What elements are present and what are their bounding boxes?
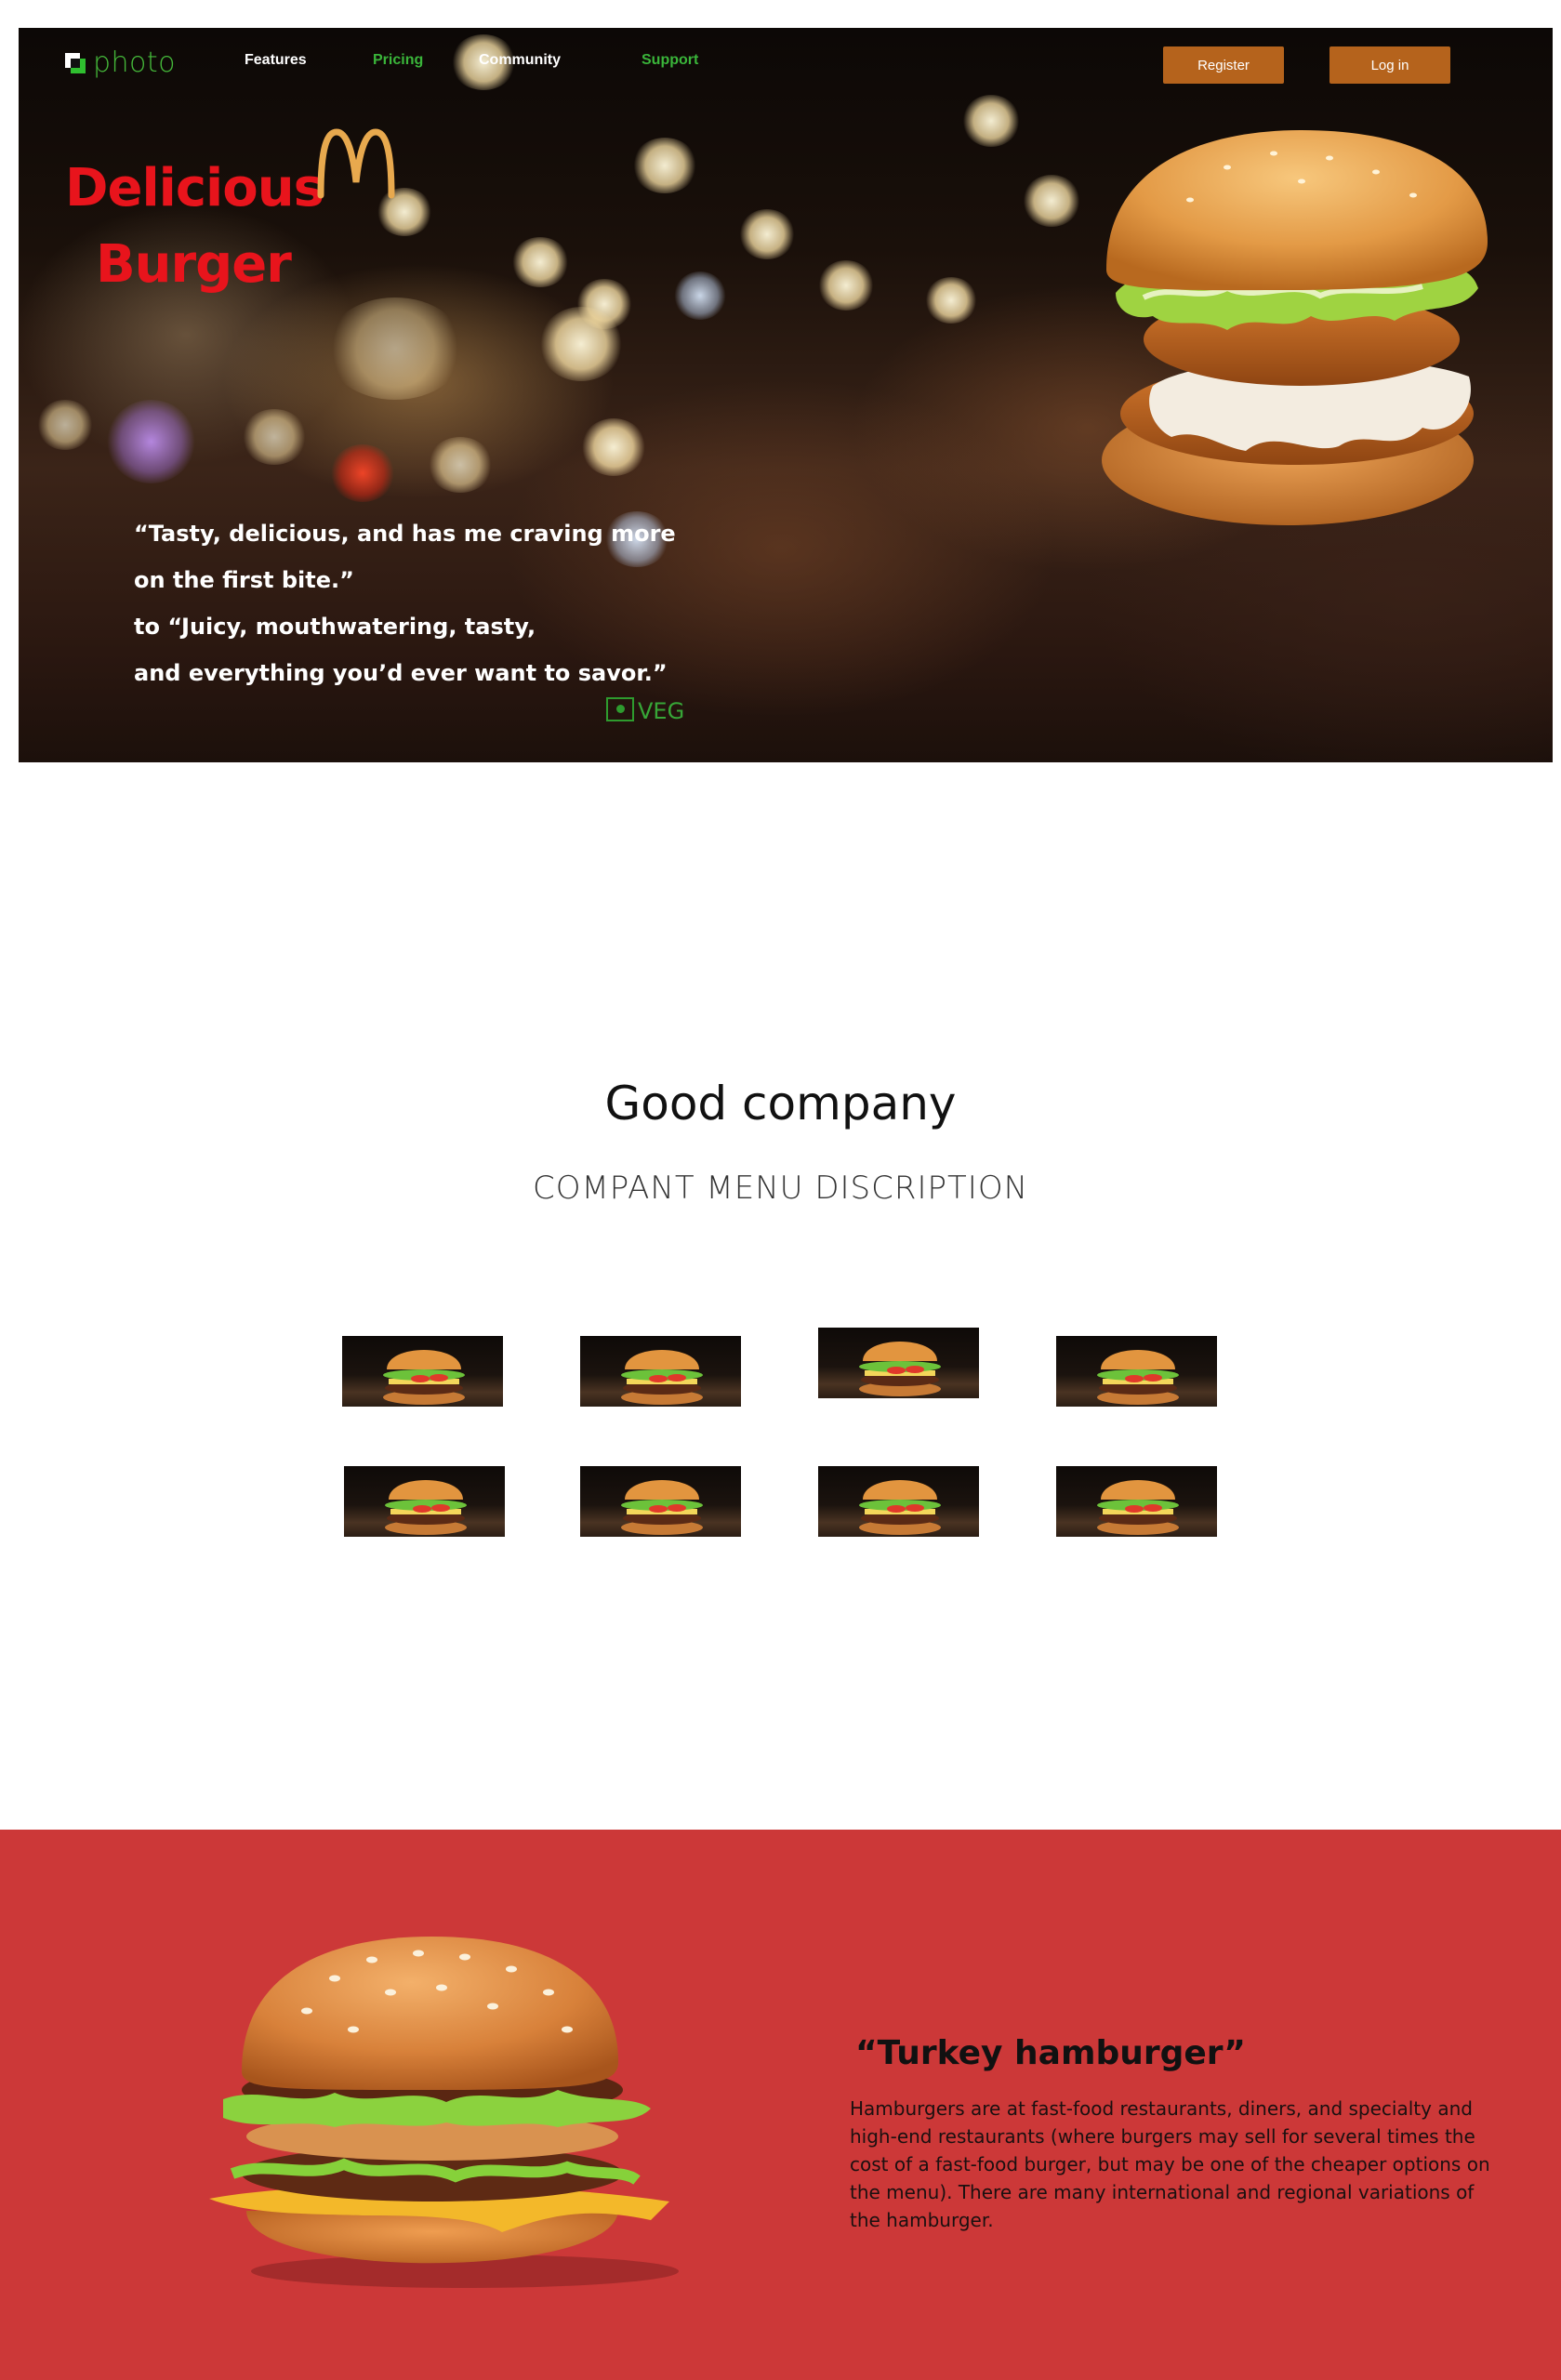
bokeh-light	[962, 95, 1020, 147]
hero-quote-line: to “Juicy, mouthwatering, tasty,	[134, 614, 536, 640]
nav-link-support[interactable]: Support	[642, 52, 698, 69]
bokeh-light	[632, 138, 697, 193]
hero-title-line1: Delicious	[65, 158, 324, 218]
bokeh-light	[539, 307, 623, 381]
menu-thumbnail[interactable]	[1056, 1466, 1217, 1537]
bokeh-light	[581, 418, 646, 476]
product-title: “Turkey hamburger”	[855, 2034, 1246, 2072]
bokeh-light	[325, 298, 465, 400]
login-button[interactable]: Log in	[1329, 46, 1450, 84]
bokeh-light	[925, 277, 977, 324]
hero-banner: photo Features Pricing Community Support…	[19, 28, 1553, 762]
site-logo[interactable]: photo	[65, 46, 176, 79]
bokeh-light	[674, 271, 726, 320]
menu-thumbnail[interactable]	[818, 1328, 979, 1398]
bokeh-light	[330, 444, 395, 502]
hero-burger-image	[1102, 130, 1488, 525]
veg-icon	[606, 697, 634, 721]
logo-text: photo	[93, 46, 177, 79]
product-section: “Turkey hamburger” Hamburgers are at fas…	[0, 1830, 1561, 2380]
menu-thumbnail[interactable]	[1056, 1336, 1217, 1407]
nav-link-pricing[interactable]: Pricing	[373, 52, 423, 69]
hero-quote-line: and everything you’d ever want to savor.…	[134, 660, 668, 686]
bokeh-light	[739, 209, 795, 259]
company-subtitle: COMPANT MENU DISCRIPTION	[532, 1170, 1029, 1207]
logo-icon	[65, 52, 86, 73]
product-description: Hamburgers are at fast-food restaurants,…	[850, 2097, 1490, 2231]
bokeh-light	[818, 260, 874, 311]
company-title: Good company	[604, 1077, 957, 1130]
veg-label: VEG	[638, 698, 685, 724]
product-burger-image	[209, 1937, 679, 2288]
bokeh-light	[37, 400, 93, 450]
bokeh-light	[428, 437, 493, 493]
menu-thumbnail[interactable]	[342, 1336, 503, 1407]
bokeh-light	[242, 409, 307, 465]
nav-link-community[interactable]: Community	[479, 52, 561, 69]
menu-thumbnail[interactable]	[580, 1466, 741, 1537]
hero-quote-line: “Tasty, delicious, and has me craving mo…	[134, 521, 676, 547]
bokeh-light	[1023, 175, 1080, 227]
nav-link-features[interactable]: Features	[245, 52, 307, 69]
bokeh-light	[107, 400, 195, 483]
hero-title-line2: Burger	[96, 234, 292, 295]
veg-badge: VEG	[606, 697, 685, 724]
menu-thumbnail[interactable]	[818, 1466, 979, 1537]
bokeh-light	[511, 237, 569, 287]
menu-thumbnail[interactable]	[344, 1466, 505, 1537]
golden-arches-logo	[317, 128, 395, 199]
hero-quote-line: on the first bite.”	[134, 567, 354, 593]
register-button[interactable]: Register	[1163, 46, 1284, 84]
menu-thumbnail[interactable]	[580, 1336, 741, 1407]
